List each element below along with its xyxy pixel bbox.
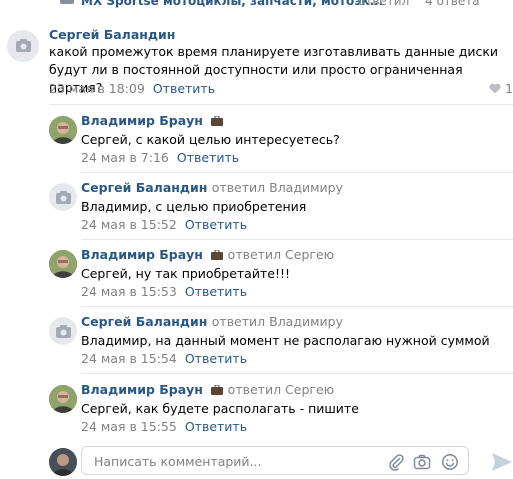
- reply-button[interactable]: Ответить: [185, 419, 247, 434]
- comment-meta: 24 мая в 15:55 Ответить: [81, 419, 247, 434]
- avatar[interactable]: [49, 385, 77, 413]
- comment-text: Сергей, ну так приобретайте!!!: [81, 266, 290, 281]
- comment-meta: 24 мая в 15:52 Ответить: [81, 217, 247, 232]
- post-meta: ответил 4 ответа: [358, 0, 492, 8]
- reply-button[interactable]: Ответить: [185, 351, 247, 366]
- comment-reply: Сергей Баландин ответил Владимиру Владим…: [0, 179, 513, 239]
- camera-icon: [56, 325, 71, 338]
- author-name[interactable]: Сергей Баландин: [81, 314, 207, 329]
- reply-to-label[interactable]: ответил Владимиру: [212, 314, 343, 329]
- comment-author[interactable]: Владимир Браун ответил Сергею: [81, 247, 334, 262]
- comment: Сергей Баландин какой промежуток время п…: [0, 26, 513, 102]
- divider: [81, 306, 513, 307]
- avatar[interactable]: [49, 317, 77, 345]
- comment-composer: [0, 444, 513, 479]
- avatar[interactable]: [49, 250, 77, 278]
- briefcase-icon: [211, 116, 224, 126]
- post-thumbnail[interactable]: [60, 0, 74, 4]
- briefcase-icon: [211, 385, 224, 395]
- comment-reply: Сергей Баландин ответил Владимиру Владим…: [0, 313, 513, 373]
- comment-author[interactable]: Владимир Браун: [81, 113, 224, 128]
- reply-button[interactable]: Ответить: [185, 284, 247, 299]
- camera-icon[interactable]: [413, 453, 431, 471]
- briefcase-icon: [211, 250, 224, 260]
- previous-post-strip: MX Sportsе мотоциклы, запчасти, мотоэк..…: [0, 0, 513, 12]
- divider: [49, 104, 513, 105]
- comment-meta: 23 мая в 18:09 Ответить: [49, 81, 215, 96]
- avatar[interactable]: [49, 183, 77, 211]
- author-name[interactable]: Владимир Браун: [81, 382, 203, 397]
- comment-input-box[interactable]: [81, 446, 469, 475]
- comment-text: Сергей, с какой целью интересуетесь?: [81, 132, 340, 147]
- paperclip-icon[interactable]: [387, 453, 405, 471]
- comment-author[interactable]: Владимир Браун ответил Сергею: [81, 382, 334, 397]
- comment-reply: Владимир Браун ответил Сергею Сергей, ка…: [0, 381, 513, 441]
- comment-date[interactable]: 24 мая в 15:53: [81, 284, 177, 299]
- comment-author[interactable]: Сергей Баландин: [49, 27, 175, 42]
- author-name[interactable]: Владимир Браун: [81, 247, 203, 262]
- user-photo: [49, 116, 77, 144]
- avatar[interactable]: [7, 30, 39, 62]
- reply-to-label[interactable]: ответил Сергею: [228, 382, 335, 397]
- comment-date[interactable]: 24 мая в 15:55: [81, 419, 177, 434]
- reply-button[interactable]: Ответить: [177, 150, 239, 165]
- comment-date[interactable]: 23 мая в 18:09: [49, 81, 145, 96]
- comment-author[interactable]: Сергей Баландин ответил Владимиру: [81, 314, 343, 329]
- user-photo: [49, 385, 77, 413]
- camera-icon: [56, 191, 71, 204]
- comment-text: Владимир, на данный момент не располагаю…: [81, 333, 490, 348]
- reply-to-label[interactable]: ответил Сергею: [228, 247, 335, 262]
- user-photo: [49, 448, 77, 476]
- comment-date[interactable]: 24 мая в 15:54: [81, 351, 177, 366]
- comment-meta: 24 мая в 15:53 Ответить: [81, 284, 247, 299]
- comment-input[interactable]: [92, 451, 386, 471]
- comment-text: Сергей, как будете располагать - пишите: [81, 401, 359, 416]
- author-name[interactable]: Владимир Браун: [81, 113, 203, 128]
- author-name[interactable]: Сергей Баландин: [81, 180, 207, 195]
- comment-author[interactable]: Сергей Баландин ответил Владимиру: [81, 180, 343, 195]
- like-button[interactable]: 1: [489, 81, 513, 96]
- replied-label: ответил: [358, 0, 410, 8]
- comment-meta: 24 мая в 7:16 Ответить: [81, 150, 239, 165]
- camera-icon: [16, 39, 31, 52]
- avatar[interactable]: [49, 116, 77, 144]
- smile-icon[interactable]: [441, 453, 459, 471]
- comment-reply: Владимир Браун ответил Сергею Сергей, ну…: [0, 246, 513, 306]
- divider: [81, 373, 513, 374]
- post-title[interactable]: MX Sportsе мотоциклы, запчасти, мотоэк..…: [81, 0, 383, 8]
- reply-to-label[interactable]: ответил Владимиру: [212, 180, 343, 195]
- divider: [81, 239, 513, 240]
- comment-text: Владимир, с целью приобретения: [81, 199, 307, 214]
- reply-button[interactable]: Ответить: [153, 81, 215, 96]
- comment-meta: 24 мая в 15:54 Ответить: [81, 351, 247, 366]
- user-photo: [49, 250, 77, 278]
- like-count: 1: [505, 81, 513, 96]
- answers-count[interactable]: 4 ответа: [425, 0, 480, 8]
- comment-reply: Владимир Браун Сергей, с какой целью инт…: [0, 112, 513, 172]
- reply-button[interactable]: Ответить: [185, 217, 247, 232]
- send-icon[interactable]: [491, 452, 513, 472]
- current-user-avatar[interactable]: [49, 448, 77, 476]
- divider: [81, 172, 513, 173]
- heart-icon: [489, 83, 501, 94]
- comment-date[interactable]: 24 мая в 15:52: [81, 217, 177, 232]
- comment-date[interactable]: 24 мая в 7:16: [81, 150, 169, 165]
